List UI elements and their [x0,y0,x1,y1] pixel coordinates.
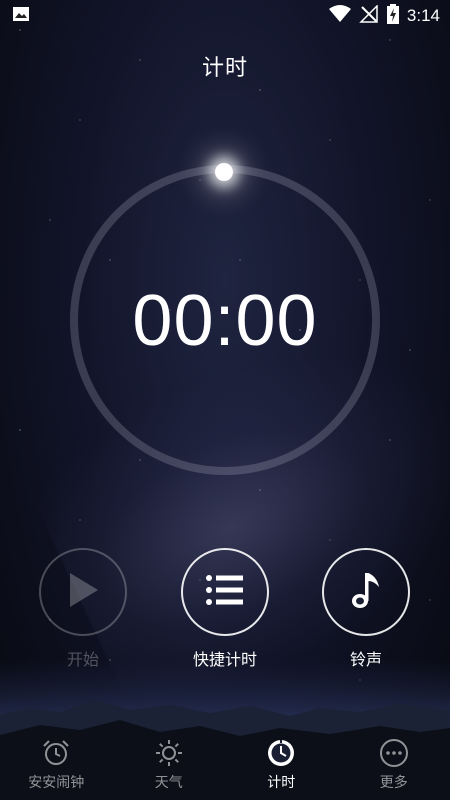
quick-timer-button[interactable]: 快捷计时 [170,548,280,670]
start-button[interactable]: 开始 [28,548,138,670]
status-bar: 3:14 [0,0,450,32]
nav-item-timer[interactable]: 计时 [231,732,331,792]
battery-charging-icon [386,3,399,29]
nav-item-alarm[interactable]: 安安闹钟 [6,732,106,792]
timer-dial-handle[interactable] [215,163,233,181]
nav-item-more[interactable]: 更多 [344,732,444,792]
timer-controls: 开始 快捷计时 铃声 [0,548,450,678]
play-icon [66,571,100,613]
ringtone-button[interactable]: 铃声 [311,548,421,670]
nav-label-timer: 计时 [267,775,296,791]
alarm-clock-icon [41,738,71,768]
image-icon [12,6,30,27]
timer-display: 00:00 [132,281,318,361]
timer-dial[interactable]: 00:00 [70,163,380,475]
nav-label-weather: 天气 [154,775,183,791]
ringtone-label: 铃声 [349,650,382,669]
quick-timer-label: 快捷计时 [192,650,257,669]
wifi-icon [328,4,351,28]
list-icon [205,573,245,611]
nav-label-more: 更多 [379,775,408,791]
start-label: 开始 [66,650,99,669]
timer-icon [266,738,296,768]
ringtone-button-circle[interactable] [322,548,410,636]
more-icon [379,738,409,768]
nav-item-weather[interactable]: 天气 [119,732,219,792]
no-signal-icon [359,3,379,28]
bottom-nav: 安安闹钟 天气 计时 更多 [0,732,450,800]
quick-timer-button-circle[interactable] [181,548,269,636]
start-button-circle[interactable] [39,548,127,636]
music-note-icon [351,571,381,613]
nav-label-alarm: 安安闹钟 [28,775,85,791]
status-time: 3:14 [406,6,440,25]
page-title: 计时 [201,56,248,81]
sun-icon [154,738,184,768]
